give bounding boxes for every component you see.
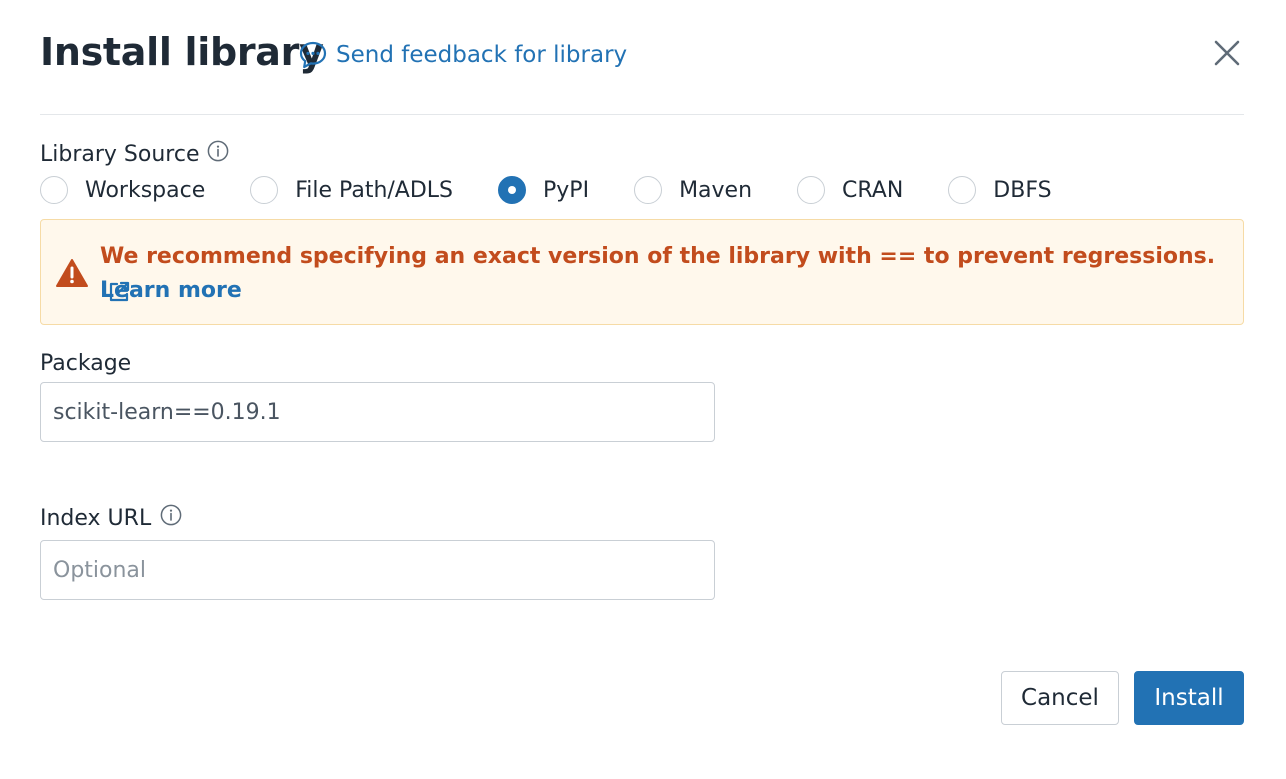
install-button[interactable]: Install: [1134, 671, 1244, 725]
radio-dbfs[interactable]: DBFS: [948, 176, 1052, 204]
dialog-header: Install library Send feedback for librar…: [40, 28, 1244, 88]
radio-label: PyPI: [543, 177, 590, 203]
radio-circle[interactable]: [250, 176, 279, 204]
index-url-label-text: Index URL: [40, 505, 152, 531]
header-divider: [40, 114, 1244, 115]
warning-text: We recommend specifying an exact version…: [100, 244, 1216, 269]
library-source-label-text: Library Source: [40, 141, 200, 167]
send-feedback-label: Send feedback for library: [336, 42, 628, 68]
package-label-text: Package: [40, 351, 132, 376]
send-feedback-link[interactable]: Send feedback for library: [298, 40, 627, 70]
external-link-icon[interactable]: [107, 280, 131, 308]
radio-maven[interactable]: Maven: [634, 176, 752, 204]
radio-label: Maven: [679, 177, 753, 203]
radio-circle[interactable]: [948, 176, 977, 204]
cancel-button[interactable]: Cancel: [1001, 671, 1119, 725]
install-library-dialog: Install library Send feedback for librar…: [0, 0, 1286, 779]
radio-label: Workspace: [85, 177, 206, 203]
library-source-label: Library Source: [40, 140, 229, 168]
warning-icon: [55, 258, 89, 292]
dialog-title: Install library: [40, 30, 324, 74]
package-input[interactable]: [40, 382, 715, 442]
radio-label: File Path/ADLS: [295, 177, 454, 203]
warning-message: We recommend specifying an exact version…: [100, 240, 1223, 308]
index-url-label: Index URL: [40, 504, 182, 532]
radio-circle[interactable]: [40, 176, 68, 204]
radio-circle[interactable]: [634, 176, 663, 204]
info-icon[interactable]: [207, 140, 229, 168]
info-icon[interactable]: [160, 504, 182, 532]
library-source-radio-group: Workspace File Path/ADLS PyPI Maven CRAN…: [40, 176, 1097, 204]
radio-label: DBFS: [993, 177, 1052, 203]
version-warning-alert: We recommend specifying an exact version…: [40, 219, 1244, 325]
radio-pypi[interactable]: PyPI: [498, 176, 589, 204]
close-button[interactable]: [1210, 38, 1244, 72]
radio-circle-selected[interactable]: [498, 176, 527, 204]
radio-cran[interactable]: CRAN: [797, 176, 903, 204]
radio-circle[interactable]: [797, 176, 826, 204]
radio-label: CRAN: [842, 177, 904, 203]
package-label: Package: [40, 351, 131, 376]
index-url-input[interactable]: [40, 540, 715, 600]
chat-bubble-icon: [298, 40, 328, 70]
radio-file-path-adls[interactable]: File Path/ADLS: [250, 176, 453, 204]
close-icon: [1214, 40, 1240, 70]
radio-workspace[interactable]: Workspace: [40, 176, 205, 204]
